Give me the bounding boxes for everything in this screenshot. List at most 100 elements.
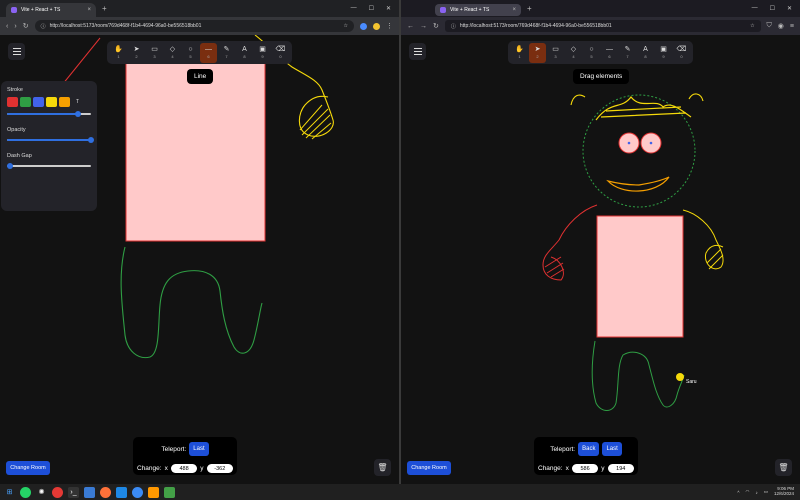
yellow-hatch[interactable]	[299, 104, 332, 140]
tool-select[interactable]: ➤ 2	[529, 42, 546, 63]
green-dashed-head[interactable]	[582, 94, 696, 208]
site-info-icon[interactable]: ⓘ	[451, 23, 456, 30]
green-legs[interactable]	[591, 340, 685, 411]
volume-icon[interactable]: ♪	[755, 490, 757, 495]
x-input[interactable]: 586	[571, 464, 599, 473]
tool-hand[interactable]: ✋ 1	[511, 43, 528, 63]
maximize-button[interactable]: ☐	[770, 5, 775, 12]
windows-start-icon[interactable]: ⊞	[4, 487, 15, 498]
maximize-button[interactable]: ☐	[369, 5, 374, 12]
tool-ellipse[interactable]: ○ 5	[182, 43, 199, 63]
yellow-ears[interactable]	[570, 93, 704, 106]
trash-icon[interactable]: 🗑	[374, 459, 391, 476]
canvas-page[interactable]: Saru ✋ 1 ➤ 2 ▭ 3 ◇ 4 ○ 5 —6 ✎ 7 A8 ▣ 9 ⌫ 0 Drag …	[401, 35, 800, 484]
stroke-width-slider[interactable]	[7, 111, 91, 117]
notes-icon[interactable]	[164, 486, 175, 498]
swatch-red[interactable]	[7, 97, 18, 107]
reload-icon[interactable]: ↻	[433, 22, 439, 30]
swatch-green[interactable]	[20, 97, 31, 107]
green-legs[interactable]	[120, 246, 263, 359]
tool-image[interactable]: ▣ 9	[655, 43, 672, 63]
new-tab-button[interactable]: +	[102, 4, 107, 13]
battery-icon[interactable]: ▭	[764, 489, 768, 495]
tool-image[interactable]: ▣ 9	[254, 43, 271, 63]
dash-gap-slider[interactable]	[6, 163, 91, 169]
clock[interactable]: 9:06 PM 12/6/2024	[774, 486, 794, 497]
tool-diamond[interactable]: ◇ 4	[565, 43, 582, 63]
teleport-last-button[interactable]: Last	[189, 442, 209, 456]
terminal-icon[interactable]: ›_	[68, 486, 79, 498]
hamburger-menu-button[interactable]	[8, 43, 25, 60]
browser-tab[interactable]: Vite + React + TS ×	[6, 3, 96, 17]
y-input[interactable]: 194	[607, 464, 634, 473]
tool-rectangle[interactable]: ▭ 3	[146, 43, 163, 63]
red-arm[interactable]	[542, 204, 598, 281]
tool-select[interactable]: ➤ 2	[128, 43, 145, 63]
address-bar[interactable]: ⓘ http://localhost:5173/room/769d468f-f1…	[444, 20, 761, 32]
opacity-slider[interactable]	[7, 137, 94, 143]
close-tab-icon[interactable]: ×	[87, 7, 91, 13]
bookmark-icon[interactable]: ☆	[344, 23, 348, 29]
back-icon[interactable]: ←	[407, 23, 414, 30]
profile-avatar[interactable]	[373, 22, 380, 30]
firefox-icon[interactable]	[100, 486, 111, 498]
tray-chevron-icon[interactable]: ^	[737, 490, 739, 495]
hamburger-menu-button[interactable]	[409, 43, 426, 60]
forward-icon[interactable]: →	[420, 23, 427, 30]
whatsapp-icon[interactable]	[20, 486, 31, 498]
swatch-yellow[interactable]	[46, 97, 57, 107]
forward-icon[interactable]: ›	[14, 23, 16, 30]
canvas-page[interactable]: ✋ 1 ➤ 2 ▭ 3 ◇ 4 ○ 5 —6 ✎ 7 A8 ▣ 9 ⌫ 0 Line Strok…	[0, 35, 399, 484]
orange-smile[interactable]	[606, 176, 670, 192]
browser-menu-icon[interactable]: ⋮	[386, 22, 393, 30]
wifi-icon[interactable]: ◠	[746, 489, 750, 495]
pink-rectangle[interactable]	[596, 215, 684, 338]
teleport-last-button[interactable]: Last	[602, 442, 622, 456]
close-window-button[interactable]: ✕	[787, 5, 792, 12]
yellow-hair[interactable]	[595, 96, 692, 121]
close-tab-icon[interactable]: ×	[512, 7, 516, 13]
minimize-button[interactable]: —	[752, 5, 758, 12]
sublime-icon[interactable]	[148, 486, 159, 498]
whiteboard-canvas[interactable]: Saru	[401, 35, 800, 484]
tool-pencil[interactable]: ✎ 7	[218, 43, 235, 63]
swatch-orange[interactable]	[59, 97, 70, 107]
tool-eraser[interactable]: ⌫ 0	[673, 43, 690, 63]
tool-diamond[interactable]: ◇ 4	[164, 43, 181, 63]
transparent-toggle[interactable]: T	[76, 99, 79, 105]
new-tab-button[interactable]: +	[527, 4, 532, 13]
red-hatch[interactable]	[544, 256, 565, 278]
shield-icon[interactable]: ⛉	[767, 22, 772, 30]
swatch-blue[interactable]	[33, 97, 44, 107]
tool-ellipse[interactable]: ○ 5	[583, 43, 600, 63]
change-room-button[interactable]: Change Room	[6, 461, 50, 475]
account-icon[interactable]: ◉	[778, 22, 784, 30]
tool-hand[interactable]: ✋ 1	[110, 43, 127, 63]
reload-icon[interactable]: ↻	[23, 22, 29, 30]
photos-icon[interactable]	[84, 486, 95, 498]
back-icon[interactable]: ‹	[6, 23, 8, 30]
tool-line[interactable]: —6	[601, 43, 618, 63]
tool-text[interactable]: A8	[637, 43, 654, 63]
extension-icon[interactable]	[360, 22, 367, 30]
browser-menu-icon[interactable]: ≡	[790, 23, 794, 30]
yellow-arm[interactable]	[682, 209, 724, 270]
address-bar[interactable]: ⓘ http://localhost:5173/room/769d468f-f1…	[34, 20, 354, 32]
bookmark-icon[interactable]: ☆	[750, 23, 754, 29]
close-window-button[interactable]: ✕	[386, 5, 391, 12]
vscode-icon[interactable]	[116, 486, 127, 498]
trash-icon[interactable]: 🗑	[775, 459, 792, 476]
tool-line[interactable]: —6	[200, 42, 217, 63]
x-input[interactable]: 488	[170, 464, 198, 473]
minimize-button[interactable]: —	[351, 5, 357, 12]
openai-icon[interactable]: ✺	[36, 487, 47, 498]
tool-eraser[interactable]: ⌫ 0	[272, 43, 289, 63]
browser-tab[interactable]: Vite + React + TS ×	[435, 3, 521, 16]
youtube-music-icon[interactable]	[52, 486, 63, 498]
tool-text[interactable]: A8	[236, 43, 253, 63]
chrome-icon[interactable]	[132, 486, 143, 498]
change-room-button[interactable]: Change Room	[407, 461, 451, 475]
teleport-back-button[interactable]: Back	[578, 442, 600, 456]
tool-rectangle[interactable]: ▭ 3	[547, 43, 564, 63]
y-input[interactable]: -362	[206, 464, 233, 473]
